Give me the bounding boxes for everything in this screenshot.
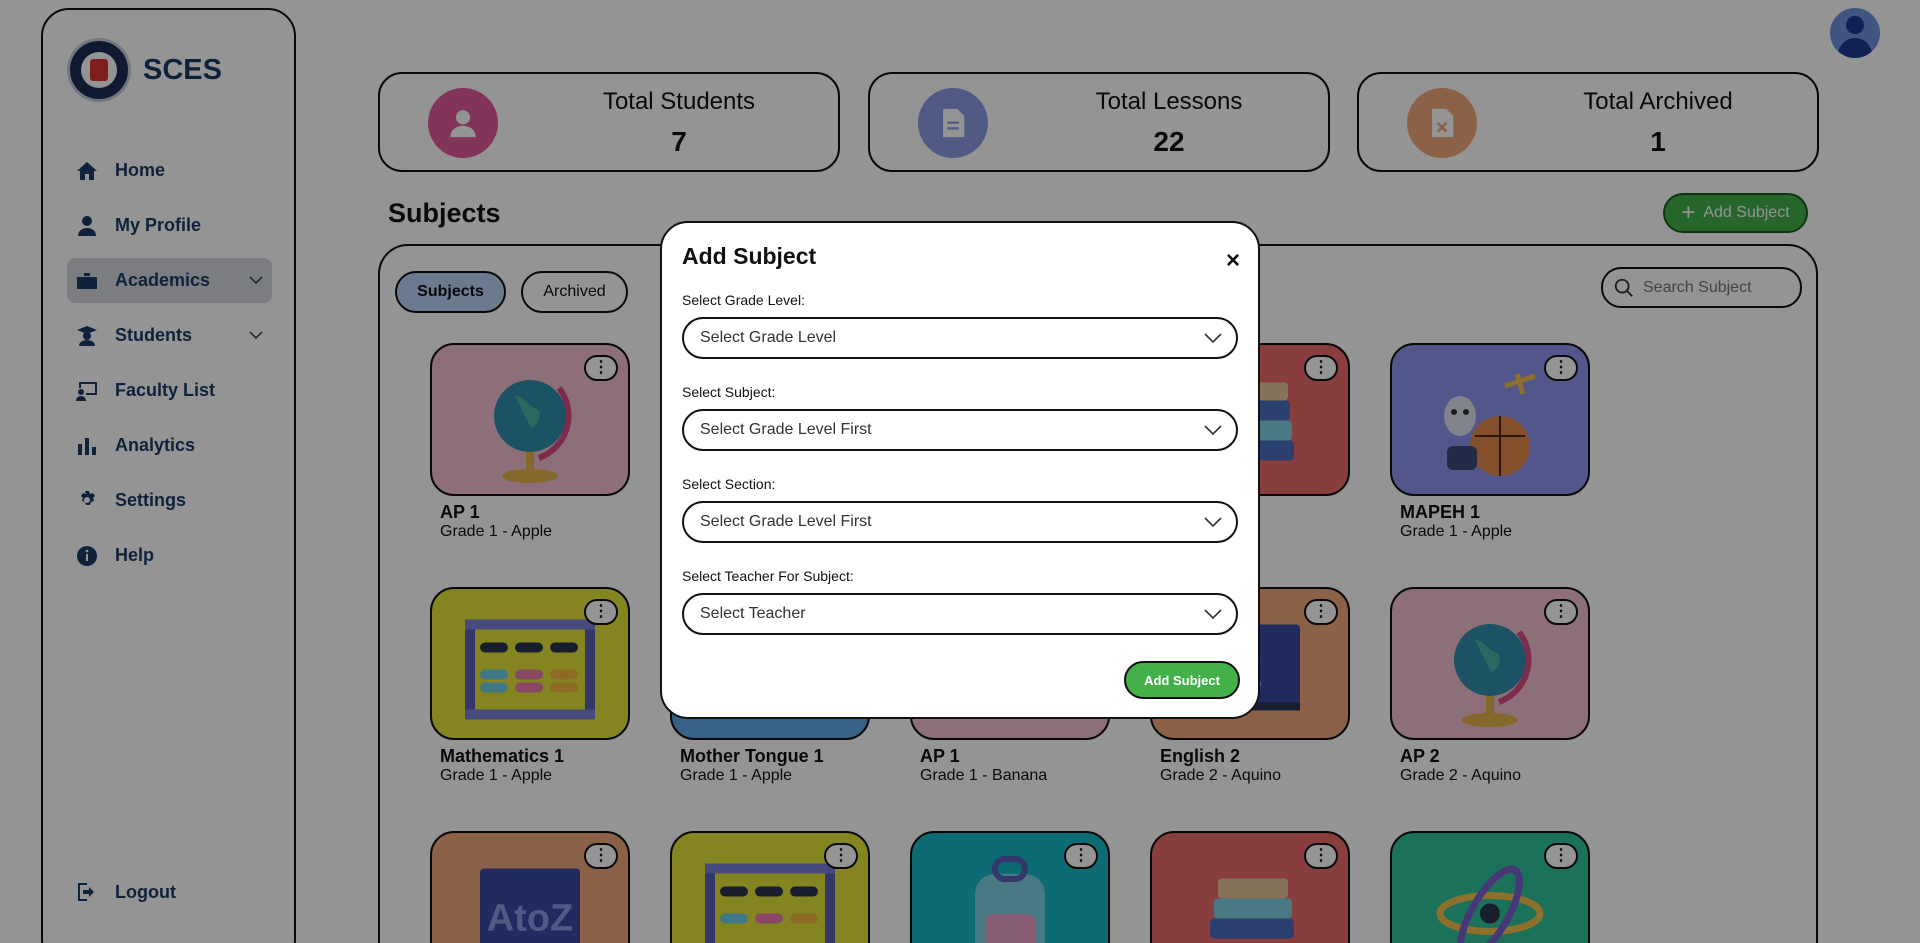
subject-select[interactable]: Select Grade Level First [682,409,1238,451]
add-subject-submit-button[interactable]: Add Subject [1124,661,1240,699]
grade-level-value: Select Grade Level [700,329,837,346]
section-value: Select Grade Level First [700,513,872,530]
teacher-select[interactable]: Select Teacher [682,593,1238,635]
grade-level-select[interactable]: Select Grade Level [682,317,1238,359]
chevron-down-icon [1204,517,1222,528]
section-label: Select Section: [682,476,776,492]
chevron-down-icon [1204,609,1222,620]
chevron-down-icon [1204,333,1222,344]
modal-title: Add Subject [682,243,817,269]
teacher-value: Select Teacher [700,605,806,622]
section-select[interactable]: Select Grade Level First [682,501,1238,543]
subject-label: Select Subject: [682,384,776,400]
teacher-label: Select Teacher For Subject: [682,568,854,584]
add-subject-modal: Add Subject × Select Grade Level: Select… [660,221,1260,719]
subject-value: Select Grade Level First [700,421,872,438]
chevron-down-icon [1204,425,1222,436]
grade-level-label: Select Grade Level: [682,292,805,308]
close-icon[interactable]: × [1226,249,1240,273]
